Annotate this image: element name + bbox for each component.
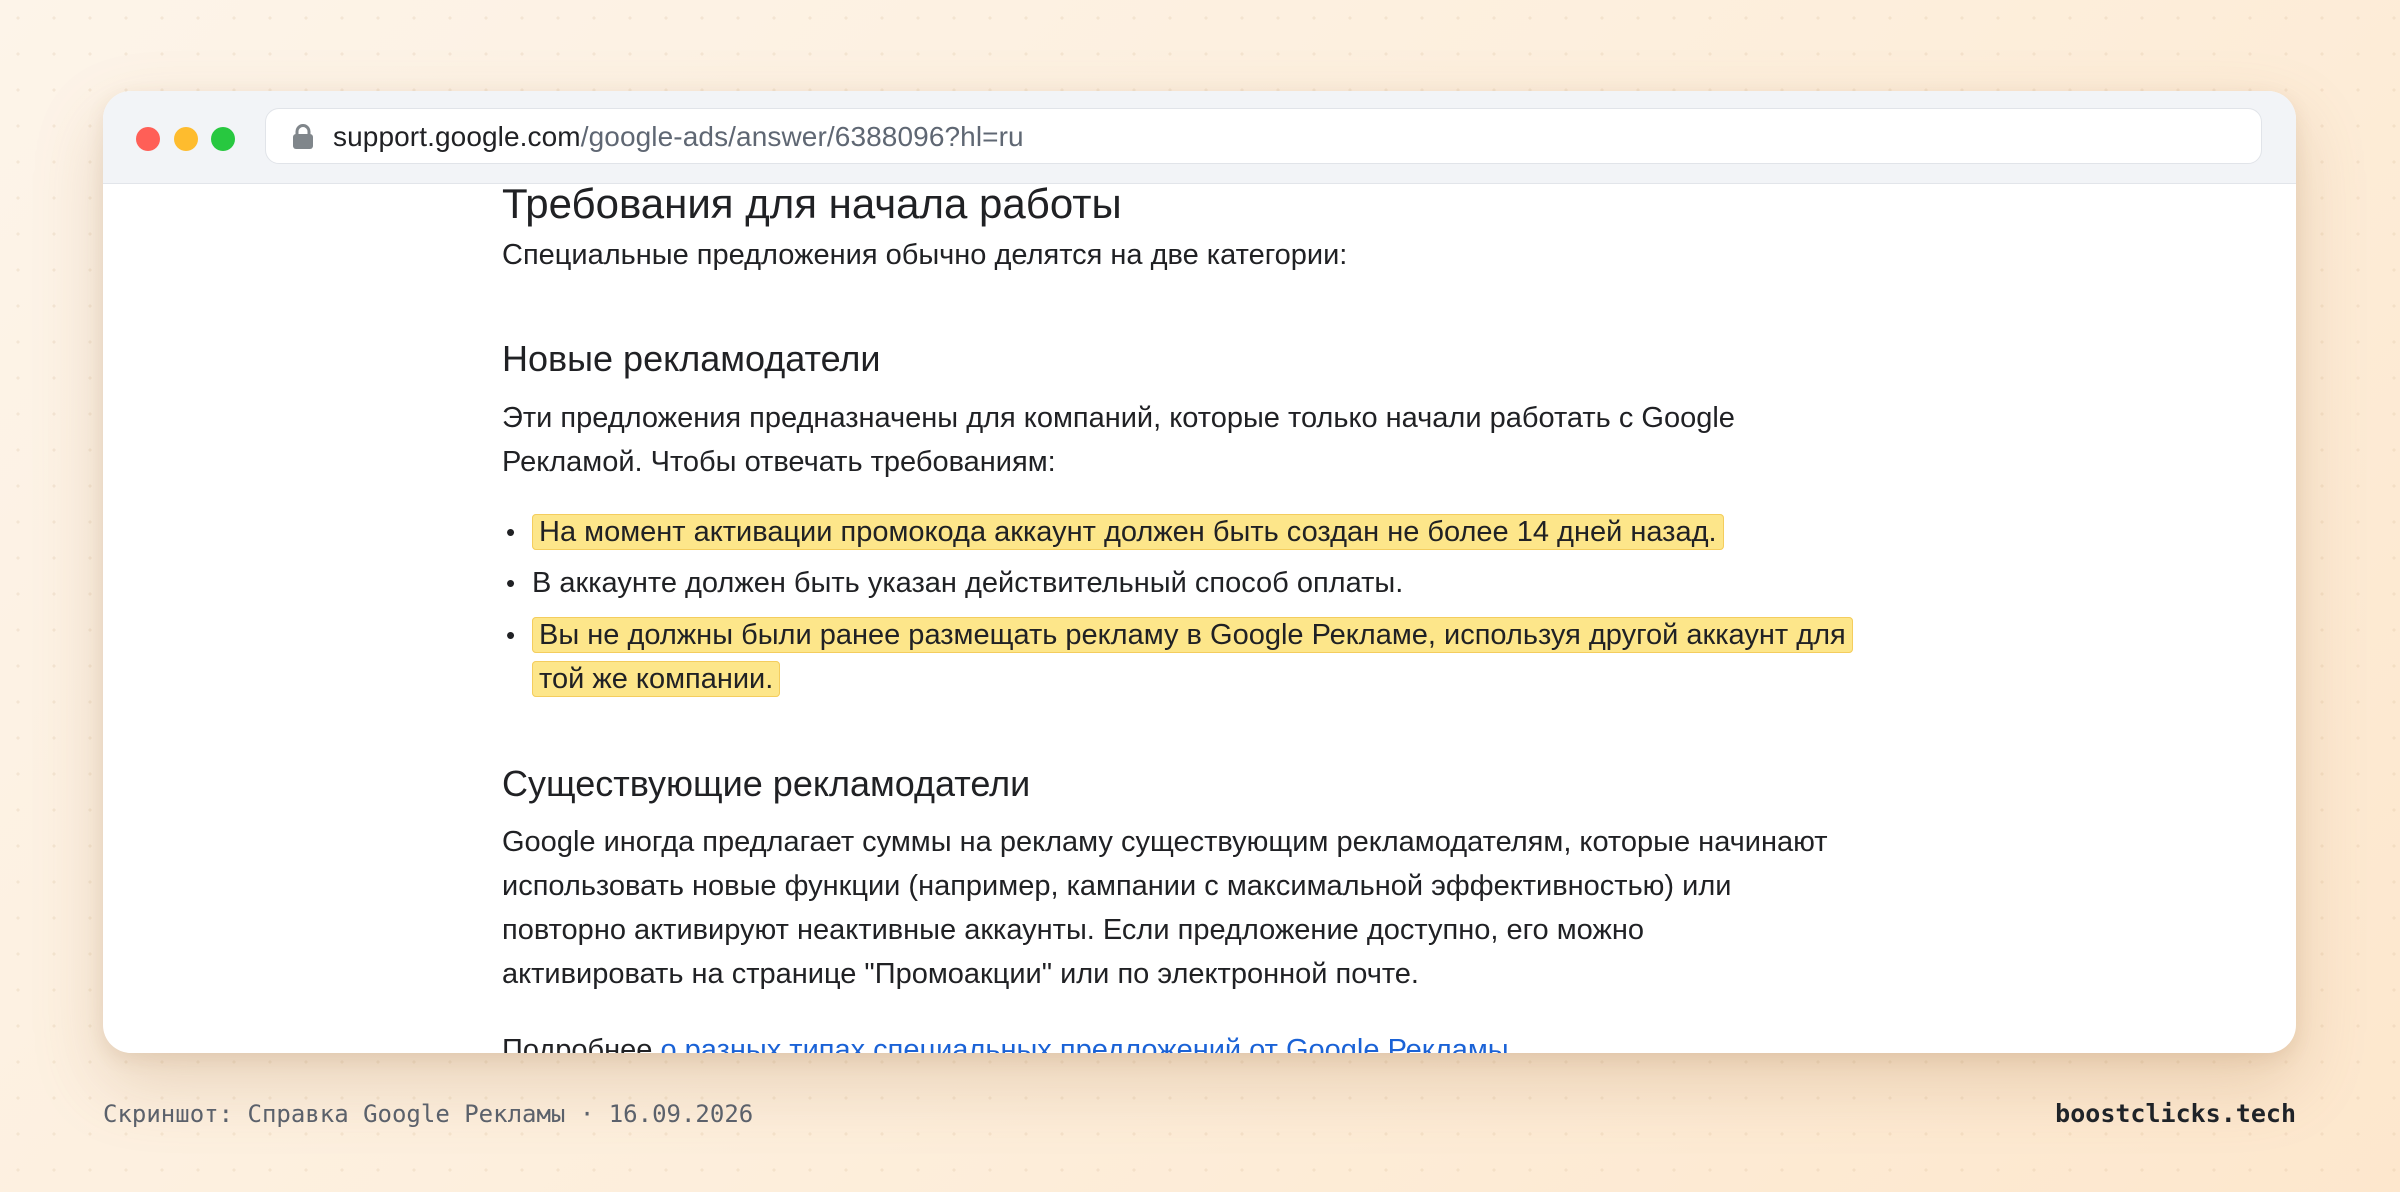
existing-advertisers-paragraph-line-1: Google иногда предлагает суммы на реклам… xyxy=(502,826,1828,858)
highlighted-requirement: На момент активации промокода аккаунт до… xyxy=(532,514,1724,550)
bullet-marker: • xyxy=(506,517,516,547)
zoom-window-button[interactable] xyxy=(211,127,235,151)
address-bar[interactable]: support.google.com/google-ads/answer/638… xyxy=(265,108,2262,164)
existing-advertisers-heading: Существующие рекламодатели xyxy=(502,763,1031,804)
brand-label: boostclicks.tech xyxy=(2055,1099,2296,1128)
more-info-prefix: Подробнее xyxy=(502,1034,661,1053)
existing-advertisers-paragraph-line-3: повторно активируют неактивные аккаунты.… xyxy=(502,914,1644,946)
bullet-marker: • xyxy=(506,620,516,650)
new-advertisers-paragraph-line-2: Рекламой. Чтобы отвечать требованиям: xyxy=(502,446,1056,478)
close-window-button[interactable] xyxy=(136,127,160,151)
section-heading: Требования для начала работы xyxy=(502,184,1122,227)
lock-icon xyxy=(293,124,313,149)
new-advertisers-heading: Новые рекламодатели xyxy=(502,338,881,379)
new-advertisers-paragraph-line-1: Эти предложения предназначены для компан… xyxy=(502,402,1735,434)
offer-types-link[interactable]: о разных типах специальных предложений о… xyxy=(660,1034,1508,1053)
more-info-suffix: ... xyxy=(1508,1034,1533,1053)
requirement-text: В аккаунте должен быть указан действител… xyxy=(532,567,1404,599)
intro-paragraph: Специальные предложения обычно делятся н… xyxy=(502,239,1348,271)
url-domain: support.google.com xyxy=(333,121,581,152)
url-path: /google-ads/answer/6388096?hl=ru xyxy=(580,121,1024,152)
browser-window: support.google.com/google-ads/answer/638… xyxy=(103,91,2296,1053)
existing-advertisers-paragraph-line-2: использовать новые функции (например, ка… xyxy=(502,870,1732,902)
page-content: Требования для начала работы Специальные… xyxy=(103,184,2296,1053)
url-text[interactable]: support.google.com/google-ads/answer/638… xyxy=(333,122,1024,152)
minimize-window-button[interactable] xyxy=(174,127,198,151)
highlighted-requirement-line-2: той же компании. xyxy=(532,661,781,697)
existing-advertisers-paragraph-line-4: активировать на странице "Промоакции" ил… xyxy=(502,958,1419,990)
screenshot-caption: Скриншот: Справка Google Рекламы · 16.09… xyxy=(103,1100,754,1128)
highlighted-requirement-line-1: Вы не должны были ранее размещать реклам… xyxy=(532,617,1853,653)
bullet-marker: • xyxy=(506,568,516,598)
browser-titlebar: support.google.com/google-ads/answer/638… xyxy=(103,91,2296,184)
more-info-line: Подробнее о разных типах специальных пре… xyxy=(502,1028,1533,1053)
